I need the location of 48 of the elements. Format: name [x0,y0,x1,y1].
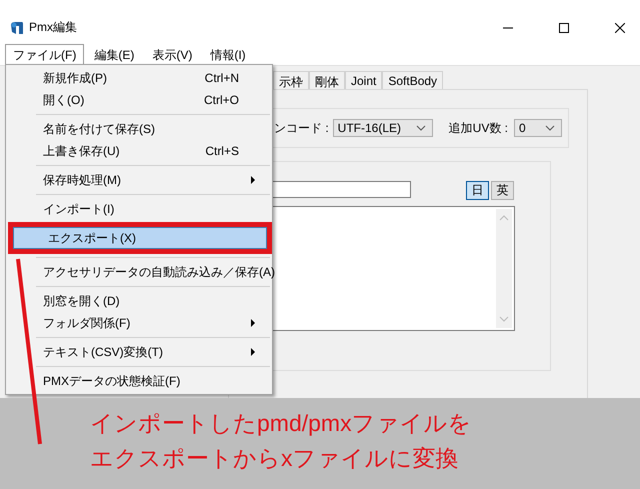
annotation-text: エクスポートからxファイルに変換 [90,444,460,473]
menu-entry-label: PMXデータの状態検証(F) [43,372,182,390]
tab[interactable]: 剛体 [309,71,345,89]
encoding-label: ンコード : [274,120,329,136]
encoding-dropdown[interactable]: UTF-16(LE) [332,119,433,137]
annotation-text: インポートしたpmd/pmxファイルを [90,409,473,438]
chevron-down-icon [416,125,426,131]
menu-item[interactable]: 編集(E) [86,44,142,66]
tab[interactable]: SoftBody [382,71,444,89]
menu-entry[interactable]: PMXデータの状態検証(F) [8,370,270,392]
app-icon [10,20,24,34]
shortcut-label: Ctrl+S [205,144,239,158]
menu-entry-label: 保存時処理(M) [43,172,122,188]
menu-entry[interactable]: 上書き保存(U) Ctrl+S [8,140,270,162]
tab[interactable]: Joint [345,71,382,89]
menu-entry[interactable]: 保存時処理(M) [8,169,270,191]
shortcut-label: Ctrl+N [204,71,239,85]
menu-entry[interactable]: 新規作成(P) Ctrl+N [8,67,270,89]
menu-entry-label: アクセサリデータの自動読み込み／保存(A) [43,264,275,280]
menu-entry-label: エクスポート(X) [48,230,137,246]
menu-item[interactable]: 情報(I) [202,44,254,66]
window-title: Pmx編集 [29,19,77,36]
shortcut-label: Ctrl+O [204,93,239,107]
close-icon[interactable] [615,22,625,32]
menu-entry[interactable]: 開く(O) Ctrl+O [8,89,270,111]
language-button[interactable]: 日 [466,181,489,200]
uv-count-dropdown[interactable]: 0 [514,119,562,137]
menu-entry-label: 別窓を開く(D) [43,292,121,310]
menu-entry-label: テキスト(CSV)変換(T) [43,344,164,360]
menu-entry-label: 上書き保存(U) [43,142,121,160]
name-field[interactable] [270,181,411,198]
menu-entry[interactable]: 名前を付けて保存(S) [8,118,270,140]
menu-entry[interactable]: フォルダ関係(F) [8,312,270,334]
menu-item[interactable]: 表示(V) [144,44,200,66]
menu-entry-label: 新規作成(P) [43,70,108,86]
chevron-down-icon [545,125,556,131]
menu-entry-label: インポート(I) [43,200,116,218]
maximize-icon[interactable] [559,22,569,32]
language-button[interactable]: 英 [491,181,514,200]
tab[interactable]: 示枠 [273,71,309,89]
menu-entry[interactable]: エクスポート(X) [13,227,267,249]
menu-entry-label: 名前を付けて保存(S) [43,120,156,138]
uv-count-label: 追加UV数 : [448,120,508,136]
menu-entry-label: フォルダ関係(F) [43,314,132,332]
menu-entry-label: 開く(O) [43,92,86,108]
menu-entry[interactable]: インポート(I) [8,198,270,220]
menu-entry[interactable]: 別窓を開く(D) [8,290,270,312]
menu-entry[interactable]: テキスト(CSV)変換(T) [8,341,270,363]
